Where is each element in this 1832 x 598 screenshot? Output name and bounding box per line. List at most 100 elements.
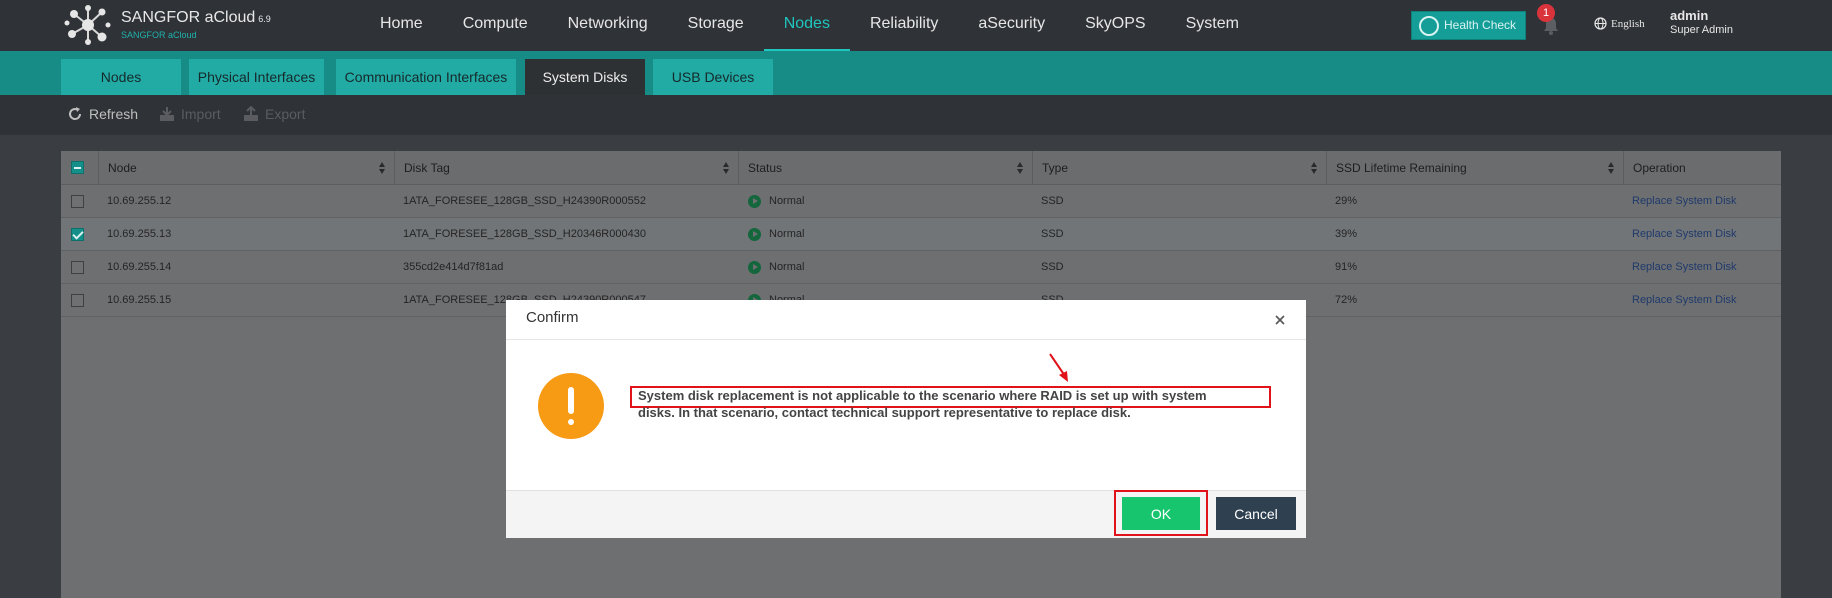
sort-icon[interactable] — [723, 162, 730, 174]
status-normal-icon — [748, 195, 761, 208]
cell-status: Normal — [738, 185, 1032, 218]
cell-type: SSD — [1041, 261, 1064, 273]
select-all-checkbox[interactable] — [71, 161, 84, 174]
cell-lifetime: 39% — [1335, 228, 1358, 240]
health-check-button[interactable]: Health Check — [1411, 11, 1526, 40]
close-icon[interactable] — [1272, 312, 1288, 328]
confirm-dialog: Confirm System disk replacement is not a… — [506, 300, 1306, 538]
column-label: Disk Tag — [404, 161, 450, 175]
user-role: Super Admin — [1670, 24, 1733, 36]
cell-disk-tag: 1ATA_FORESEE_128GB_SSD_H20346R000430 — [403, 228, 646, 240]
sort-icon[interactable] — [1311, 162, 1318, 174]
cell-node: 10.69.255.13 — [107, 228, 172, 240]
import-icon — [160, 107, 174, 121]
cell-lifetime: 72% — [1335, 294, 1358, 306]
column-header-node[interactable]: Node — [98, 151, 394, 185]
tab-system-disks[interactable]: System Disks — [525, 59, 645, 95]
column-header-type[interactable]: Type — [1032, 151, 1326, 185]
toolbar: Refresh Import Export — [0, 95, 1832, 135]
status-normal-icon — [748, 228, 761, 241]
column-header-ssd-lifetime[interactable]: SSD Lifetime Remaining — [1326, 151, 1623, 185]
export-icon — [244, 106, 258, 121]
column-label: SSD Lifetime Remaining — [1336, 161, 1467, 175]
sub-tab-bar: Nodes Physical Interfaces Communication … — [0, 51, 1832, 95]
nav-compute[interactable]: Compute — [443, 0, 548, 51]
refresh-label: Refresh — [89, 106, 139, 122]
column-label: Status — [748, 161, 783, 175]
cell-node: 10.69.255.14 — [107, 261, 172, 273]
annotation-arrow-icon — [1049, 353, 1068, 382]
user-name: admin — [1670, 8, 1709, 23]
dialog-message: System disk replacement is not applicabl… — [638, 387, 1278, 421]
user-menu[interactable]: admin Super Admin — [1670, 8, 1733, 36]
cell-node: 10.69.255.15 — [107, 294, 172, 306]
cell-status: Normal — [738, 218, 1032, 251]
language-selector[interactable]: English — [1594, 17, 1645, 30]
notification-badge: 1 — [1537, 4, 1555, 22]
row-checkbox[interactable] — [71, 228, 84, 241]
row-checkbox[interactable] — [71, 261, 84, 274]
dialog-header: Confirm — [506, 300, 1306, 340]
cell-type: SSD — [1041, 195, 1064, 207]
import-button[interactable]: Import — [159, 106, 221, 122]
warning-icon — [538, 373, 604, 439]
cell-disk-tag: 355cd2e414d7f81ad — [403, 261, 504, 273]
tab-nodes[interactable]: Nodes — [61, 59, 181, 95]
sort-icon[interactable] — [379, 162, 386, 174]
tab-usb-devices[interactable]: USB Devices — [653, 59, 773, 95]
column-label: Node — [108, 161, 137, 175]
cell-node: 10.69.255.12 — [107, 195, 172, 207]
replace-system-disk-link[interactable]: Replace System Disk — [1623, 251, 1781, 284]
status-normal-icon — [748, 261, 761, 274]
tab-physical-interfaces[interactable]: Physical Interfaces — [189, 59, 324, 95]
status-label: Normal — [769, 195, 805, 207]
table-row[interactable]: 10.69.255.12 1ATA_FORESEE_128GB_SSD_H243… — [61, 185, 1781, 218]
refresh-icon — [69, 107, 82, 120]
tab-communication-interfaces[interactable]: Communication Interfaces — [336, 59, 516, 95]
cell-lifetime: 29% — [1335, 195, 1358, 207]
table-header: Node Disk Tag Status Type SSD Lifetime R… — [61, 151, 1781, 185]
export-button[interactable]: Export — [243, 106, 305, 122]
brand-version: 6.9 — [258, 14, 271, 24]
nav-networking[interactable]: Networking — [548, 0, 668, 51]
row-checkbox[interactable] — [71, 195, 84, 208]
status-label: Normal — [769, 261, 805, 273]
cell-lifetime: 91% — [1335, 261, 1358, 273]
refresh-button[interactable]: Refresh — [67, 106, 138, 122]
nav-home[interactable]: Home — [360, 0, 443, 51]
sort-icon[interactable] — [1017, 162, 1024, 174]
replace-system-disk-link[interactable]: Replace System Disk — [1623, 284, 1781, 317]
cell-disk-tag: 1ATA_FORESEE_128GB_SSD_H24390R000552 — [403, 195, 646, 207]
nav-reliability[interactable]: Reliability — [850, 0, 958, 51]
sangfor-logo-icon — [64, 5, 111, 45]
nav-nodes[interactable]: Nodes — [763, 0, 850, 51]
app-window: SANGFOR aCloud 6.9 SANGFOR aCloud Home Co… — [0, 0, 1832, 598]
export-label: Export — [265, 106, 306, 122]
cell-type: SSD — [1041, 228, 1064, 240]
nav-storage[interactable]: Storage — [668, 0, 764, 51]
globe-icon — [1594, 17, 1607, 30]
column-label: Operation — [1633, 161, 1686, 175]
language-label: English — [1611, 17, 1645, 30]
ok-button[interactable]: OK — [1122, 497, 1200, 530]
nav-system[interactable]: System — [1166, 0, 1259, 51]
cancel-button[interactable]: Cancel — [1216, 497, 1296, 530]
column-label: Type — [1042, 161, 1069, 175]
table-row[interactable]: 10.69.255.13 1ATA_FORESEE_128GB_SSD_H203… — [61, 218, 1781, 251]
dialog-message-line: System disk replacement is not applicabl… — [638, 388, 1207, 403]
table-row[interactable]: 10.69.255.14 355cd2e414d7f81ad Normal SS… — [61, 251, 1781, 284]
import-label: Import — [181, 106, 221, 122]
brand-name: SANGFOR aCloud 6.9 — [121, 9, 271, 27]
brand-subtitle: SANGFOR aCloud — [121, 30, 197, 40]
replace-system-disk-link[interactable]: Replace System Disk — [1623, 185, 1781, 218]
status-label: Normal — [769, 228, 805, 240]
replace-system-disk-link[interactable]: Replace System Disk — [1623, 218, 1781, 251]
dialog-title: Confirm — [526, 309, 579, 326]
nav-asecurity[interactable]: aSecurity — [958, 0, 1065, 51]
column-header-status[interactable]: Status — [738, 151, 1032, 185]
dialog-message-line: disks. In that scenario, contact technic… — [638, 405, 1131, 420]
nav-skyops[interactable]: SkyOPS — [1065, 0, 1165, 51]
row-checkbox[interactable] — [71, 294, 84, 307]
sort-icon[interactable] — [1608, 162, 1615, 174]
column-header-disk-tag[interactable]: Disk Tag — [394, 151, 738, 185]
